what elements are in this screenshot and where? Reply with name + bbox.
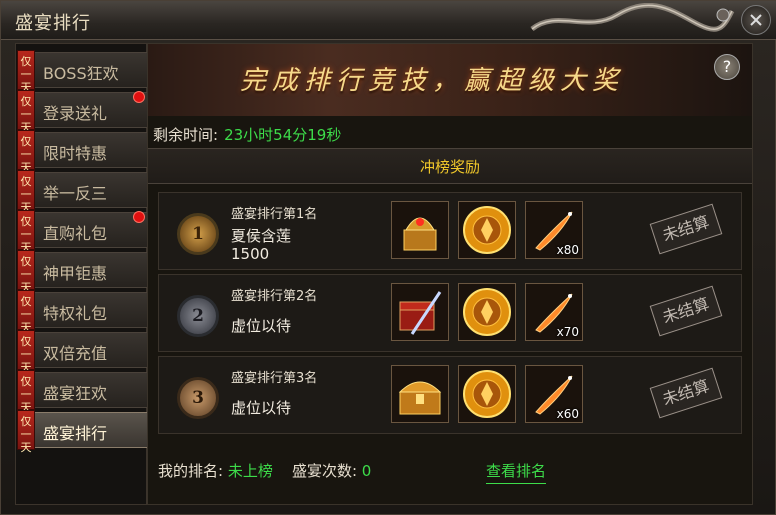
reward-slot[interactable]: x60	[525, 365, 583, 423]
sidebar-item-ju-yi-fan-san[interactable]: 仅一天 举一反三	[17, 170, 148, 214]
sidebar-item-label: 盛宴狂欢	[43, 384, 108, 403]
sidebar-item-label: 限时特惠	[43, 144, 108, 163]
one-day-tag: 仅一天	[17, 330, 35, 374]
silver-medal-icon: 2	[177, 295, 219, 337]
one-day-tag: 仅一天	[17, 290, 35, 334]
sidebar-item-privilege-pack[interactable]: 仅一天 特权礼包	[17, 290, 148, 334]
rank-title: 盛宴排行第3名	[231, 371, 318, 386]
gold-medal-icon: 1	[177, 213, 219, 255]
player-name: 虚位以待	[231, 399, 292, 417]
sidebar-item-label: 登录送礼	[43, 104, 108, 123]
countdown: 剩余时间: 23小时54分19秒	[153, 124, 341, 145]
section-header: 冲榜奖励	[148, 148, 752, 184]
rank-title: 盛宴排行第1名	[231, 207, 318, 222]
sidebar-item-label: 神甲钜惠	[43, 264, 108, 283]
my-rank-summary: 我的排名: 未上榜 盛宴次数: 0	[158, 460, 371, 481]
reward-slot[interactable]	[458, 201, 516, 259]
sidebar-item-direct-pack[interactable]: 仅一天 直购礼包	[17, 210, 148, 254]
rank-title: 盛宴排行第2名	[231, 289, 318, 304]
sidebar: 仅一天 BOSS狂欢 仅一天 登录送礼 仅一天 限时特惠 仅一天 举一反三 仅一…	[15, 43, 148, 505]
section-title: 冲榜奖励	[419, 158, 480, 176]
notification-dot	[133, 91, 145, 103]
golden-treasure-chest-icon	[398, 381, 442, 415]
feast-count-value: 0	[361, 462, 372, 480]
one-day-tag: 仅一天	[17, 210, 35, 254]
my-rank-label: 我的排名:	[158, 462, 224, 480]
notification-dot	[133, 211, 145, 223]
sidebar-item-double-recharge[interactable]: 仅一天 双倍充值	[17, 330, 148, 374]
countdown-label: 剩余时间:	[153, 126, 219, 144]
one-day-tag: 仅一天	[17, 410, 35, 454]
one-day-tag: 仅一天	[17, 370, 35, 414]
window-title: 盛宴排行	[15, 13, 91, 34]
unsettled-stamp: 未结算	[649, 367, 723, 419]
golden-helmet-chest-icon	[403, 217, 437, 251]
reward-slot[interactable]: x70	[525, 283, 583, 341]
reward-count: x80	[556, 243, 579, 257]
help-button[interactable]: ?	[714, 54, 740, 80]
one-day-tag: 仅一天	[17, 90, 35, 134]
gold-coin-emblem-icon	[463, 288, 511, 336]
title-bar: 盛宴排行	[1, 1, 776, 40]
dragon-ornament-icon	[530, 3, 735, 32]
view-ranking-link[interactable]: 查看排名	[486, 460, 547, 484]
main-panel: 完成排行竞技，赢超级大奖 ? 剩余时间: 23小时54分19秒 冲榜奖励 1 盛宴…	[147, 43, 753, 505]
sidebar-item-label: 举一反三	[43, 184, 108, 203]
reward-slot[interactable]: x80	[525, 201, 583, 259]
sidebar-item-feast-carnival[interactable]: 仅一天 盛宴狂欢	[17, 370, 148, 414]
rank-row: 1 盛宴排行第1名 夏侯含莲 1500 x80 未结算	[158, 192, 742, 270]
banner-slogan: 完成排行竞技，赢超级大奖	[240, 66, 625, 96]
reward-slot[interactable]	[458, 365, 516, 423]
unsettled-stamp: 未结算	[649, 285, 723, 337]
bronze-medal-icon: 3	[177, 377, 219, 419]
close-icon	[750, 14, 762, 26]
sidebar-item-limited-offer[interactable]: 仅一天 限时特惠	[17, 130, 148, 174]
red-sword-chest-icon	[399, 291, 442, 335]
sidebar-item-divine-armor[interactable]: 仅一天 神甲钜惠	[17, 250, 148, 294]
sidebar-item-label: 特权礼包	[43, 304, 108, 323]
player-name: 虚位以待	[231, 317, 292, 335]
sidebar-item-feast-ranking[interactable]: 仅一天 盛宴排行	[17, 410, 148, 454]
reward-slot[interactable]	[391, 283, 449, 341]
reward-count: x60	[556, 407, 579, 421]
countdown-value: 23小时54分19秒	[224, 126, 342, 144]
reward-slot[interactable]	[391, 365, 449, 423]
gold-coin-emblem-icon	[463, 206, 511, 254]
one-day-tag: 仅一天	[17, 50, 35, 94]
one-day-tag: 仅一天	[17, 170, 35, 214]
reward-slot[interactable]	[391, 201, 449, 259]
one-day-tag: 仅一天	[17, 130, 35, 174]
sidebar-item-boss-carnival[interactable]: 仅一天 BOSS狂欢	[17, 50, 148, 94]
event-banner: 完成排行竞技，赢超级大奖 ?	[148, 44, 752, 116]
reward-slot[interactable]	[458, 283, 516, 341]
rank-row: 3 盛宴排行第3名 虚位以待 x60 未结算	[158, 356, 742, 434]
player-name: 夏侯含莲	[231, 227, 292, 245]
sidebar-item-label: 双倍充值	[43, 344, 108, 363]
sidebar-item-login-gift[interactable]: 仅一天 登录送礼	[17, 90, 148, 134]
player-score: 1500	[231, 245, 270, 263]
my-rank-value: 未上榜	[227, 462, 273, 480]
sidebar-item-label: 直购礼包	[43, 224, 108, 243]
reward-count: x70	[556, 325, 579, 339]
rank-row: 2 盛宴排行第2名 虚位以待 x70 未结算	[158, 274, 742, 352]
close-button[interactable]	[741, 5, 771, 35]
sidebar-item-label: BOSS狂欢	[43, 64, 119, 83]
unsettled-stamp: 未结算	[649, 203, 723, 255]
gold-coin-emblem-icon	[463, 370, 511, 418]
feast-count-label: 盛宴次数:	[291, 462, 357, 480]
event-window: 盛宴排行 仅一天 BOSS狂欢 仅一天 登录送礼 仅一天 限时特惠 仅一天 举一…	[0, 0, 776, 515]
one-day-tag: 仅一天	[17, 250, 35, 294]
sidebar-item-label: 盛宴排行	[43, 424, 108, 443]
